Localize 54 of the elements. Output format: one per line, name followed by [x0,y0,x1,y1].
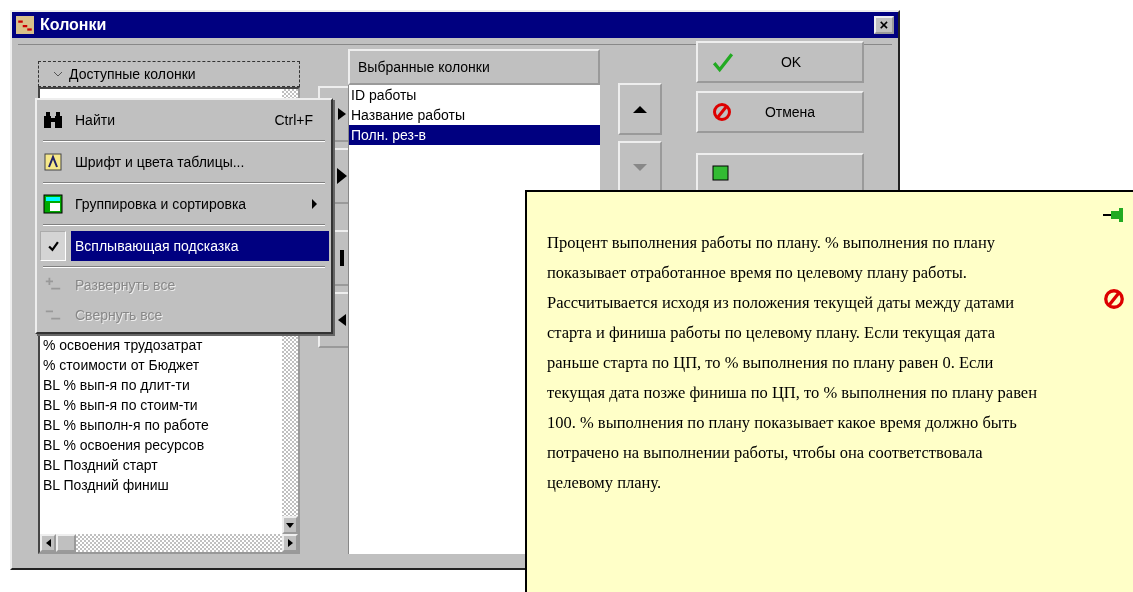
list-item[interactable]: BL Поздний финиш [40,475,282,495]
app-icon [16,16,34,34]
up-arrow-icon [633,105,647,113]
menu-item-label: Шрифт и цвета таблицы... [74,153,246,172]
chevron-icon [53,71,63,77]
pin-icon[interactable] [1103,208,1125,222]
menu-item-label: Группировка и сортировка [71,189,329,219]
right-arrow-icon [338,108,346,120]
list-item[interactable]: % освоения трудозатрат [40,335,282,355]
binoculars-icon [43,110,63,130]
left-arrow-icon [45,539,51,547]
document-icon [712,164,732,184]
tooltip-text: Процент выполнения работы по плану. % выполнения по плану показывает отработанное время по целевому плану работы. Рассчитывается исходя из положения текущей даты между датами старта и финиша работы по целевому плану. Если текущая дата раньше старта по ЦП, то % выполнения по плану равен 0. Если текущая дата позже финиша по ЦП, то % выполнения по плану равен 100. % выполнения по плану показывает какое время должно быть потрачено на выполнении работы, чтобы она соответствовала целевому плану. [547,232,1038,494]
menu-item-label: Найти Ctrl+F [74,111,314,130]
menu-item-label: Развернуть все [74,276,177,295]
list-item[interactable]: Полн. рез-в [349,125,600,145]
menu-item[interactable]: Всплывающая подсказка [39,228,329,264]
scroll-thumb[interactable] [56,534,76,552]
menu-item[interactable]: Шрифт и цвета таблицы... [39,144,329,180]
right-arrow-icon [337,168,347,184]
scroll-left-button[interactable] [40,534,56,552]
close-button[interactable]: × [874,16,894,34]
column-header[interactable]: Доступные колонки [38,61,300,87]
list-item[interactable]: Название работы [349,105,600,125]
list-item[interactable]: BL % выполн-я по работе [40,415,282,435]
shortcut-text: Ctrl+F [274,112,313,128]
menu-item-label: Свернуть все [74,306,164,325]
cancel-button[interactable]: Отмена [696,91,864,133]
prohibited-icon[interactable] [1103,288,1125,310]
horizontal-scrollbar[interactable] [40,534,298,552]
table-icon [43,194,63,214]
right-arrow-icon [287,539,293,547]
window-title: Колонки [40,16,108,34]
column-header[interactable]: Выбранные колонки [348,49,600,85]
move-up-button[interactable] [618,83,662,135]
list-item[interactable]: % стоимости от Бюджет [40,355,282,375]
check-icon [712,51,734,73]
list-item[interactable]: BL Поздний старт [40,455,282,475]
scroll-right-button[interactable] [282,534,298,552]
bar-icon [340,250,344,266]
list-item[interactable]: ID работы [349,85,600,105]
list-item[interactable]: BL % освоения ресурсов [40,435,282,455]
submenu-arrow-icon [312,199,317,209]
list-item[interactable]: BL % вып-я по стоим-ти [40,395,282,415]
left-arrow-icon [338,314,346,326]
menu-item[interactable]: Найти Ctrl+F [39,102,329,138]
down-arrow-icon [286,522,294,528]
scroll-down-button[interactable] [282,516,298,534]
list-item[interactable]: BL % вып-я по длит-ти [40,375,282,395]
menu-item[interactable]: Группировка и сортировка [39,186,329,222]
ok-button[interactable]: OK [696,41,864,83]
down-arrow-icon [633,163,647,171]
menu-item-label: Всплывающая подсказка [71,231,329,261]
prohibited-icon [712,102,732,122]
